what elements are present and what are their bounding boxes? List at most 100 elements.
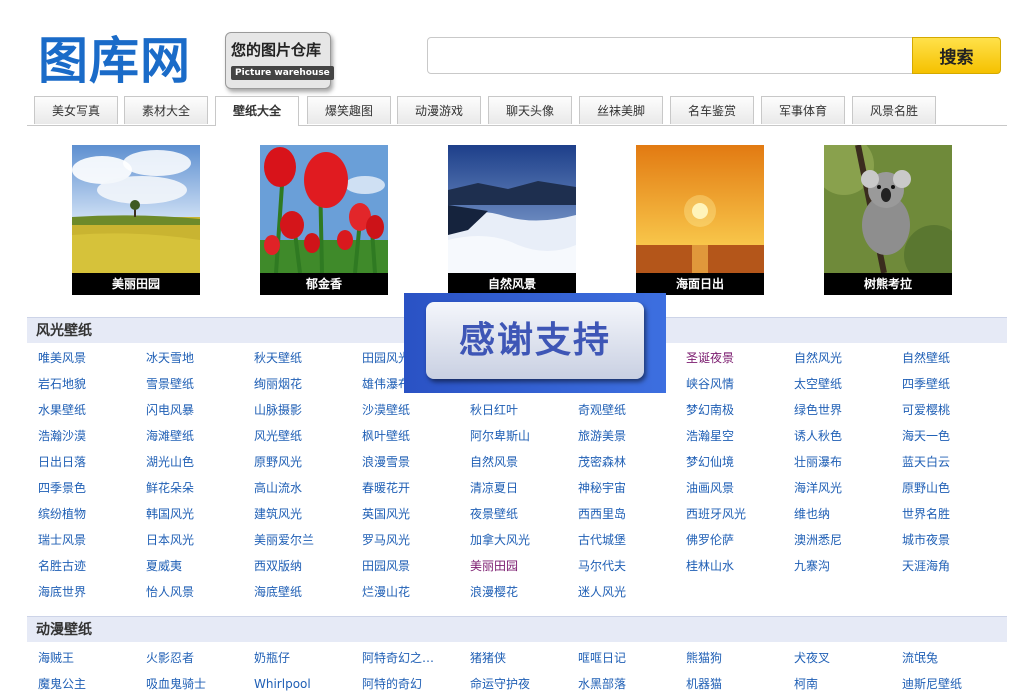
wallpaper-link[interactable]: 原野风光 [254, 454, 302, 470]
wallpaper-link[interactable]: 佛罗伦萨 [686, 532, 734, 548]
wallpaper-link[interactable]: 海贼王 [38, 650, 74, 666]
wallpaper-link[interactable]: 阿尔卑斯山 [470, 428, 530, 444]
wallpaper-link[interactable]: 瑞士风景 [38, 532, 86, 548]
tab-funny[interactable]: 爆笑趣图 [307, 96, 391, 124]
thanks-overlay[interactable]: 感谢支持 [404, 293, 666, 393]
wallpaper-link[interactable]: 自然风景 [470, 454, 518, 470]
koala-photo[interactable] [824, 145, 952, 273]
wallpaper-link[interactable]: 奇观壁纸 [578, 402, 626, 418]
wallpaper-link[interactable]: 田园风光 [362, 350, 410, 366]
wallpaper-link[interactable]: 原野山色 [902, 480, 950, 496]
tab-materials[interactable]: 素材大全 [124, 96, 208, 124]
featured-caption[interactable]: 海面日出 [636, 273, 764, 295]
wallpaper-link[interactable]: 岩石地貌 [38, 376, 86, 392]
wallpaper-link[interactable]: 秋天壁纸 [254, 350, 302, 366]
wallpaper-link[interactable]: 诱人秋色 [794, 428, 842, 444]
wallpaper-link[interactable]: 烂漫山花 [362, 584, 410, 600]
wallpaper-link[interactable]: 浩瀚星空 [686, 428, 734, 444]
tab-avatars[interactable]: 聊天头像 [488, 96, 572, 124]
wallpaper-link[interactable]: 韩国风光 [146, 506, 194, 522]
featured-caption[interactable]: 郁金香 [260, 273, 388, 295]
wallpaper-link[interactable]: 英国风光 [362, 506, 410, 522]
tab-military-sports[interactable]: 军事体育 [761, 96, 845, 124]
tab-anime-games[interactable]: 动漫游戏 [397, 96, 481, 124]
wallpaper-link[interactable]: 四季壁纸 [902, 376, 950, 392]
wallpaper-link[interactable]: 沙漠壁纸 [362, 402, 410, 418]
wallpaper-link[interactable]: 秋日红叶 [470, 402, 518, 418]
wallpaper-link[interactable]: 高山流水 [254, 480, 302, 496]
wallpaper-link[interactable]: 桂林山水 [686, 558, 734, 574]
wallpaper-link[interactable]: 神秘宇宙 [578, 480, 626, 496]
wallpaper-link[interactable]: 夏威夷 [146, 558, 182, 574]
wallpaper-link[interactable]: 四季景色 [38, 480, 86, 496]
wallpaper-link[interactable]: 名胜古迹 [38, 558, 86, 574]
wallpaper-link[interactable]: 太空壁纸 [794, 376, 842, 392]
wallpaper-link[interactable]: 魔鬼公主 [38, 676, 86, 692]
wallpaper-link[interactable]: 梦幻仙境 [686, 454, 734, 470]
wallpaper-link[interactable]: 阿特的奇幻 [362, 676, 422, 692]
wallpaper-link[interactable]: 城市夜景 [902, 532, 950, 548]
featured-caption[interactable]: 自然风景 [448, 273, 576, 295]
wallpaper-link[interactable]: 西西里岛 [578, 506, 626, 522]
wallpaper-link[interactable]: 枫叶壁纸 [362, 428, 410, 444]
wallpaper-link[interactable]: 怡人风景 [146, 584, 194, 600]
wallpaper-link[interactable]: 吸血鬼骑士 [146, 676, 206, 692]
tab-stockings[interactable]: 丝袜美脚 [579, 96, 663, 124]
cloud-sea-photo[interactable] [448, 145, 576, 273]
wallpaper-link[interactable]: 奶瓶仔 [254, 650, 290, 666]
wallpaper-link[interactable]: 西双版纳 [254, 558, 302, 574]
wallpaper-link[interactable]: 冰天雪地 [146, 350, 194, 366]
wallpaper-link[interactable]: 鲜花朵朵 [146, 480, 194, 496]
wallpaper-link[interactable]: 建筑风光 [254, 506, 302, 522]
wallpaper-link[interactable]: 世界名胜 [902, 506, 950, 522]
wallpaper-link[interactable]: 海天一色 [902, 428, 950, 444]
wallpaper-link[interactable]: 可爱樱桃 [902, 402, 950, 418]
wallpaper-link[interactable]: 海底世界 [38, 584, 86, 600]
wallpaper-link[interactable]: 柯南 [794, 676, 818, 692]
wallpaper-link[interactable]: 浪漫雪景 [362, 454, 410, 470]
wallpaper-link[interactable]: 九寨沟 [794, 558, 830, 574]
wallpaper-link[interactable]: 熊猫狗 [686, 650, 722, 666]
search-input[interactable] [427, 37, 913, 74]
wallpaper-link[interactable]: 绚丽烟花 [254, 376, 302, 392]
wallpaper-link[interactable]: 西班牙风光 [686, 506, 746, 522]
wallpaper-link[interactable]: 雪景壁纸 [146, 376, 194, 392]
wallpaper-link[interactable]: 美丽田园 [470, 558, 518, 574]
wallpaper-link[interactable]: 猪猪侠 [470, 650, 506, 666]
wallpaper-link[interactable]: 雄伟瀑布 [362, 376, 410, 392]
wallpaper-link[interactable]: 山脉摄影 [254, 402, 302, 418]
wallpaper-link[interactable]: 自然壁纸 [902, 350, 950, 366]
wallpaper-link[interactable]: 海滩壁纸 [146, 428, 194, 444]
wallpaper-link[interactable]: 茂密森林 [578, 454, 626, 470]
featured-thumb[interactable]: 美丽田园 [72, 145, 200, 295]
wallpaper-link[interactable]: 蓝天白云 [902, 454, 950, 470]
sunrise-photo[interactable] [636, 145, 764, 273]
featured-thumb[interactable]: 海面日出 [636, 145, 764, 295]
tab-scenery[interactable]: 风景名胜 [852, 96, 936, 124]
wallpaper-link[interactable]: 古代城堡 [578, 532, 626, 548]
wallpaper-link[interactable]: 油画风景 [686, 480, 734, 496]
wallpaper-link[interactable]: 闪电风暴 [146, 402, 194, 418]
wallpaper-link[interactable]: 迪斯尼壁纸 [902, 676, 962, 692]
wallpaper-link[interactable]: 哐哐日记 [578, 650, 626, 666]
field-photo[interactable] [72, 145, 200, 273]
wallpaper-link[interactable]: 澳洲悉尼 [794, 532, 842, 548]
wallpaper-link[interactable]: 马尔代夫 [578, 558, 626, 574]
search-button[interactable]: 搜索 [912, 37, 1001, 74]
wallpaper-link[interactable]: 春暖花开 [362, 480, 410, 496]
wallpaper-link[interactable]: 机器猫 [686, 676, 722, 692]
wallpaper-link[interactable]: 阿特奇幻之… [362, 650, 434, 666]
wallpaper-link[interactable]: 水果壁纸 [38, 402, 86, 418]
wallpaper-link[interactable]: 自然风光 [794, 350, 842, 366]
wallpaper-link[interactable]: 命运守护夜 [470, 676, 530, 692]
featured-caption[interactable]: 树熊考拉 [824, 273, 952, 295]
wallpaper-link[interactable]: 梦幻南极 [686, 402, 734, 418]
featured-thumb[interactable]: 树熊考拉 [824, 145, 952, 295]
wallpaper-link[interactable]: 浩瀚沙漠 [38, 428, 86, 444]
featured-thumb[interactable]: 郁金香 [260, 145, 388, 295]
wallpaper-link[interactable]: 犬夜叉 [794, 650, 830, 666]
wallpaper-link[interactable]: 水黑部落 [578, 676, 626, 692]
wallpaper-link[interactable]: 峡谷风情 [686, 376, 734, 392]
wallpaper-link[interactable]: 湖光山色 [146, 454, 194, 470]
wallpaper-link[interactable]: 迷人风光 [578, 584, 626, 600]
